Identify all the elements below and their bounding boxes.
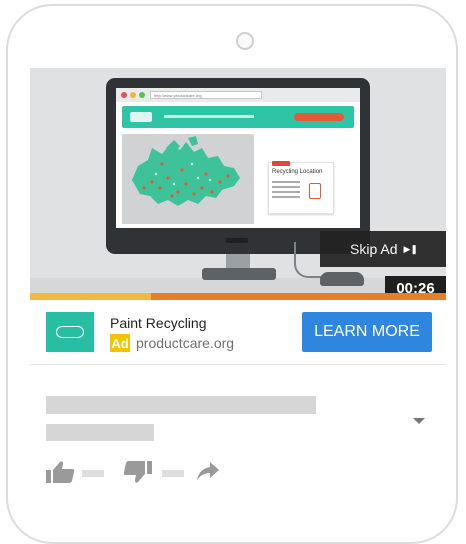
skip-next-icon: ▶❚ (403, 244, 418, 254)
ad-domain[interactable]: productcare.org (136, 335, 234, 351)
card-line (272, 196, 300, 198)
card-tag (272, 161, 290, 166)
card-line (272, 186, 300, 188)
ad-progress-bar[interactable] (30, 293, 446, 300)
dislike-count-placeholder (162, 470, 184, 477)
learn-more-button[interactable]: LEARN MORE (302, 312, 432, 352)
skip-ad-label: Skip Ad (350, 241, 398, 257)
ad-progress-played (30, 293, 151, 300)
browser-dot-icon (121, 92, 127, 98)
paint-can-icon (309, 183, 321, 199)
site-button (294, 113, 344, 121)
ad-info-bar: Paint Recycling Ad productcare.org LEARN… (30, 300, 446, 365)
camera-icon (236, 32, 254, 50)
phone-screen: http://www.productcare.org Recycling Loc… (30, 68, 446, 506)
thumb-down-icon[interactable] (122, 460, 152, 484)
mouse-illustration (320, 272, 364, 286)
browser-bar: http://www.productcare.org (116, 88, 360, 102)
browser-url: http://www.productcare.org (150, 91, 262, 99)
recycling-location-card: Recycling Location (268, 161, 334, 214)
like-count-placeholder (82, 470, 104, 477)
ad-badge: Ad (110, 334, 130, 352)
ad-title[interactable]: Paint Recycling (110, 315, 207, 331)
card-line (272, 181, 300, 183)
card-line (272, 191, 300, 193)
share-icon[interactable] (196, 460, 220, 482)
browser-dot-icon (130, 92, 136, 98)
canada-map-icon (132, 136, 240, 206)
monitor-power-button (226, 238, 248, 243)
site-tagline (164, 115, 254, 118)
chevron-down-icon[interactable] (413, 418, 425, 424)
monitor-screen: http://www.productcare.org Recycling Loc… (116, 88, 360, 228)
browser-dot-icon (139, 92, 145, 98)
productcare-logo-mark (56, 326, 84, 338)
thumb-up-icon[interactable] (46, 460, 76, 484)
map-panel (122, 134, 254, 224)
video-title-placeholder (46, 396, 316, 414)
skip-ad-button[interactable]: Skip Ad ▶❚ (320, 231, 446, 267)
video-title-placeholder (46, 424, 154, 441)
site-header (122, 106, 354, 128)
productcare-logo[interactable] (46, 312, 94, 352)
video-player[interactable]: http://www.productcare.org Recycling Loc… (30, 68, 446, 300)
card-title: Recycling Location (272, 169, 323, 175)
monitor-base (202, 268, 276, 280)
site-logo (130, 112, 152, 122)
